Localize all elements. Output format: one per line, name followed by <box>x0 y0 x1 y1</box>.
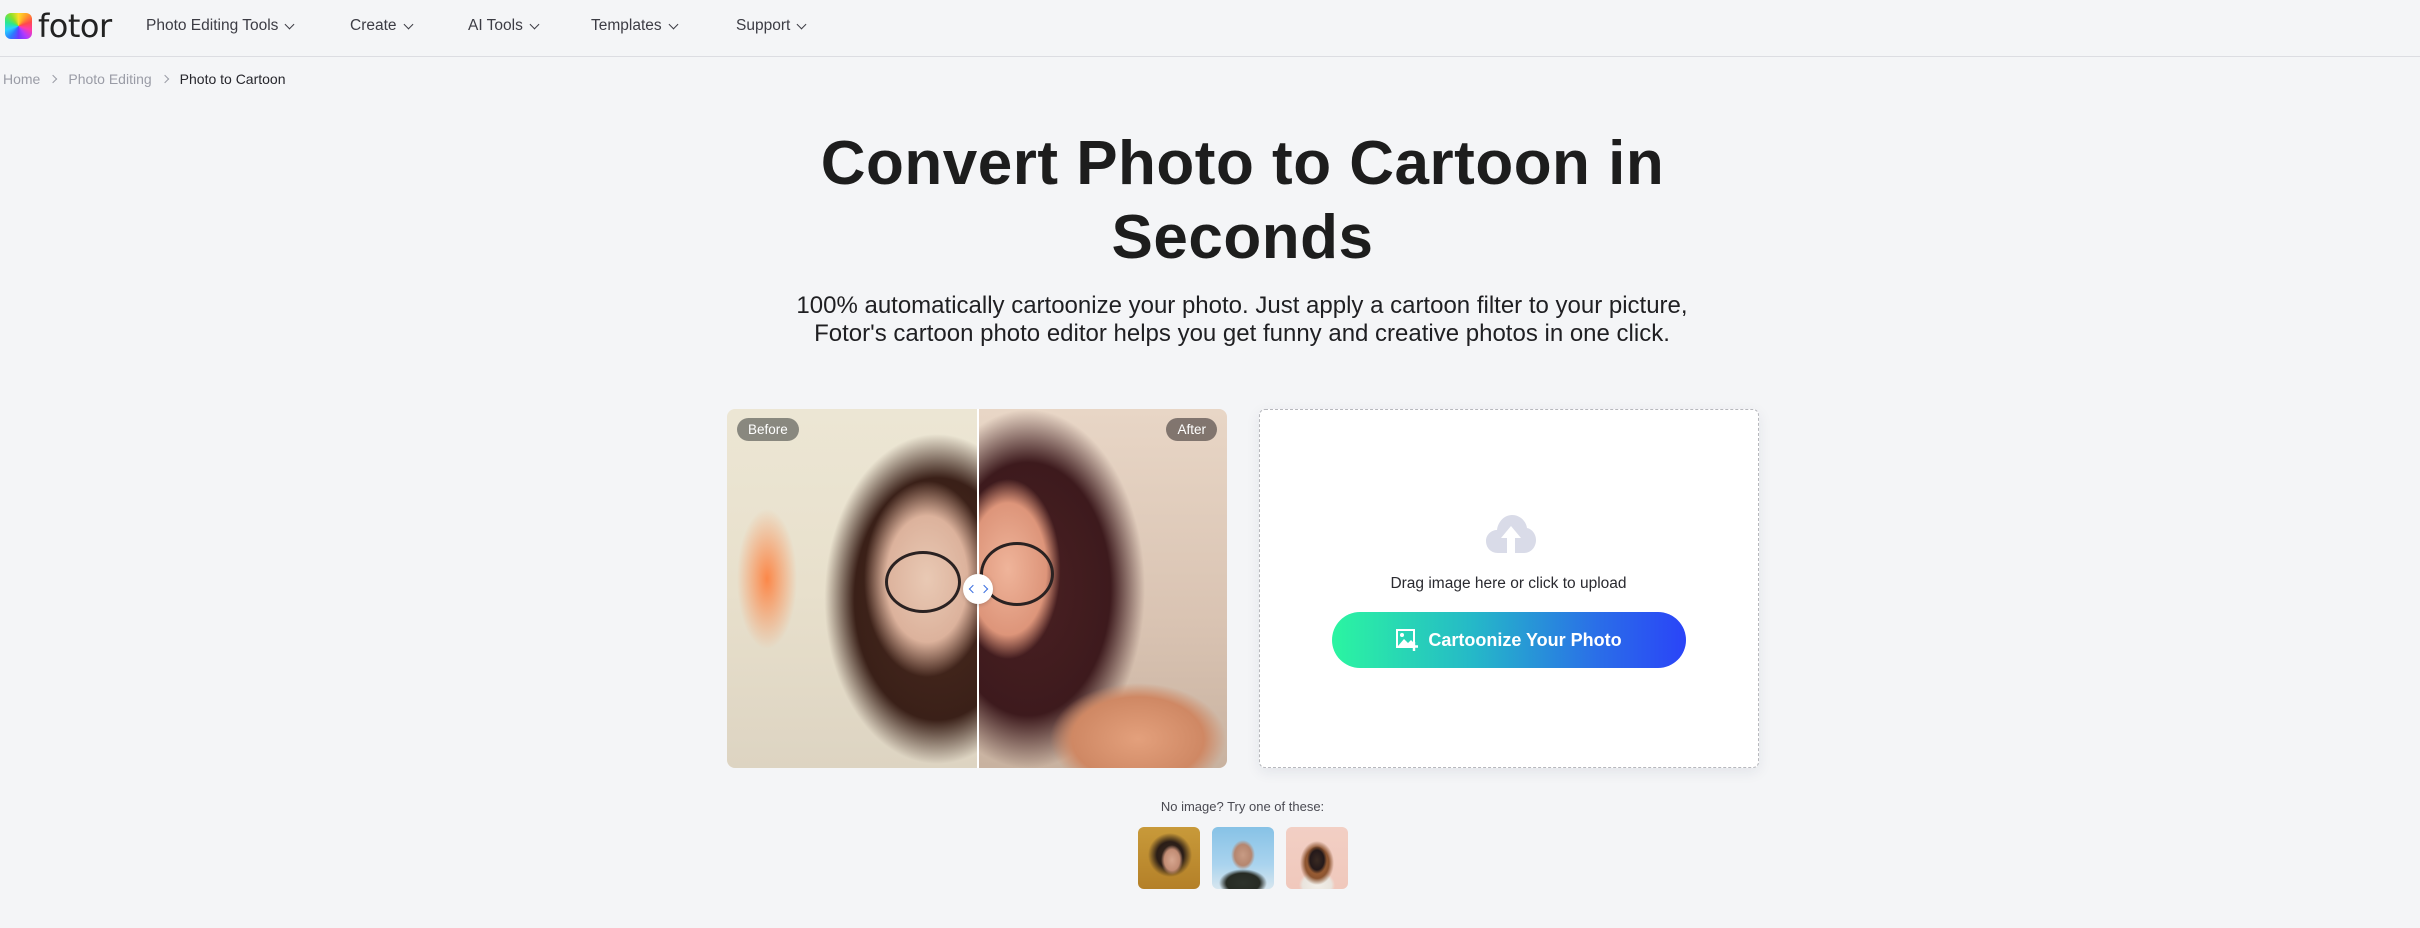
nav-label: Support <box>736 17 791 34</box>
chevron-right-icon <box>160 74 169 84</box>
glasses-lens <box>885 551 961 613</box>
chevron-left-icon <box>968 584 977 594</box>
chevron-down-icon <box>796 19 807 29</box>
glasses-lens <box>980 542 1054 606</box>
breadcrumb-photo-editing[interactable]: Photo Editing <box>68 71 151 87</box>
nav-templates[interactable]: Templates <box>591 16 679 36</box>
sample-image-woman[interactable] <box>1138 827 1200 889</box>
nav-label: Photo Editing Tools <box>146 17 279 34</box>
samples-label: No image? Try one of these: <box>1160 799 1325 814</box>
image-add-icon <box>1396 629 1419 651</box>
chevron-right-icon <box>979 584 988 594</box>
nav-label: Templates <box>591 17 662 34</box>
chevron-down-icon <box>403 19 413 29</box>
nav-ai-tools[interactable]: AI Tools <box>468 16 540 36</box>
chevron-down-icon <box>668 19 679 29</box>
top-header: fotor Photo Editing Tools Create AI Tool… <box>0 0 2420 57</box>
sample-image-dog[interactable] <box>1286 827 1348 889</box>
breadcrumb: Home Photo Editing Photo to Cartoon <box>3 69 286 89</box>
cartoonize-button-label: Cartoonize Your Photo <box>1428 629 1622 650</box>
sample-image-man[interactable] <box>1212 827 1274 889</box>
nav-support[interactable]: Support <box>736 16 807 36</box>
fotor-logo-icon <box>5 13 32 39</box>
nav-label: Create <box>350 17 397 34</box>
cloud-upload-icon <box>1486 515 1536 553</box>
breadcrumb-current: Photo to Cartoon <box>179 71 286 87</box>
cartoonize-photo-button[interactable]: Cartoonize Your Photo <box>1332 612 1686 668</box>
page-subtitle: 100% automatically cartoonize your photo… <box>796 292 1688 347</box>
chevron-down-icon <box>284 19 295 29</box>
after-image <box>978 409 1227 768</box>
nav-photo-editing-tools[interactable]: Photo Editing Tools <box>146 16 295 36</box>
upload-hint: Drag image here or click to upload <box>1390 575 1627 592</box>
nav-label: AI Tools <box>468 17 523 34</box>
nav-create[interactable]: Create <box>350 16 413 36</box>
after-badge: After <box>1166 418 1217 441</box>
chevron-right-icon <box>49 74 58 84</box>
before-image <box>727 409 978 768</box>
chevron-down-icon <box>529 19 540 29</box>
before-badge: Before <box>737 418 799 441</box>
breadcrumb-home[interactable]: Home <box>3 71 40 87</box>
before-after-comparison[interactable]: Before After <box>727 409 1227 768</box>
page-title: Convert Photo to Cartoon in Seconds <box>820 129 1665 272</box>
compare-slider-handle[interactable] <box>963 574 993 604</box>
fotor-logo[interactable]: fotor <box>5 7 112 45</box>
upload-dropzone[interactable]: Drag image here or click to upload Carto… <box>1259 409 1759 768</box>
fotor-logo-text: fotor <box>38 7 112 45</box>
